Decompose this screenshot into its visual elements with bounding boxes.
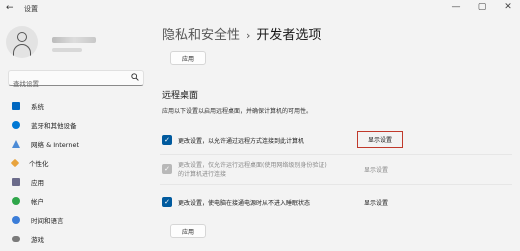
maximize-icon[interactable]: ▢ <box>476 2 488 12</box>
sidebar-item-label: 网络 & Internet <box>31 140 80 149</box>
network-icon <box>12 139 20 148</box>
system-icon <box>12 101 20 110</box>
window-controls: — ▢ ✕ <box>450 2 514 12</box>
sidebar-item-gaming[interactable]: 游戏 <box>6 229 148 248</box>
sidebar-item-label: 帐户 <box>31 197 44 206</box>
sidebar-item-label: 应用 <box>31 178 44 187</box>
nla-label: 更改设置，仅允许运行远程桌面(使用网络级别身份验证) 的计算机进行连接 <box>178 161 327 179</box>
person-head-shape <box>17 32 27 42</box>
nla-show-settings-link[interactable]: 显示设置 <box>364 165 388 174</box>
user-name-blurred <box>52 37 96 43</box>
previous-section-card: 应用 <box>152 44 520 70</box>
sidebar-item-personalization[interactable]: 个性化 <box>6 153 148 172</box>
breadcrumb-parent[interactable]: 隐私和安全性 <box>162 28 240 43</box>
search-input[interactable] <box>9 77 119 91</box>
sidebar-item-bluetooth[interactable]: 蓝牙和其他设备 <box>6 115 148 134</box>
nla-row: ✓ 更改设置，仅允许运行远程桌面(使用网络级别身份验证) 的计算机进行连接 显示… <box>162 159 512 181</box>
gaming-icon <box>12 235 20 242</box>
remote-connect-label: 更改设置，以允许通过远程方式连接到此计算机 <box>178 138 305 145</box>
sidebar-item-label: 蓝牙和其他设备 <box>31 121 77 130</box>
divider <box>160 184 512 185</box>
close-icon[interactable]: ✕ <box>502 2 514 12</box>
person-shoulder-shape <box>13 44 31 56</box>
user-email-blurred <box>52 48 82 52</box>
sidebar-item-apps[interactable]: 应用 <box>6 172 148 191</box>
title-bar: ← 设置 — ▢ ✕ <box>0 0 520 18</box>
app-title: 设置 <box>24 5 38 13</box>
search-icon[interactable] <box>131 73 139 83</box>
apply-button-top[interactable]: 应用 <box>170 51 206 65</box>
user-profile[interactable] <box>6 26 96 58</box>
breadcrumb-separator-icon: › <box>246 29 251 42</box>
sleep-row: ✓ 更改设置，使电脑在接通电源时从不进入睡眠状态 显示设置 <box>162 192 512 214</box>
search-box[interactable] <box>8 70 144 91</box>
sidebar-item-label: 游戏 <box>31 235 44 244</box>
sidebar-item-accounts[interactable]: 帐户 <box>6 191 148 210</box>
remote-connect-row: ✓ 更改设置，以允许通过远程方式连接到此计算机 显示设置 <box>162 130 512 152</box>
time-language-icon <box>12 215 20 224</box>
remote-desktop-description: 应用以下设置以启用远程桌面，并确保计算机的可用性。 <box>162 108 313 115</box>
page-title: 开发者选项 <box>256 28 322 43</box>
avatar <box>6 26 38 58</box>
sidebar: 系统 蓝牙和其他设备 网络 & Internet 个性化 应用 帐户 时间和语言 <box>0 18 152 251</box>
main-content: 隐私和安全性 › 开发者选项 应用 远程桌面 应用以下设置以启用远程桌面，并确保计算… <box>152 18 520 251</box>
back-arrow-icon[interactable]: ← <box>6 3 14 13</box>
remote-desktop-title: 远程桌面 <box>162 91 199 101</box>
sidebar-item-label: 系统 <box>31 102 44 111</box>
nla-label-line2: 的计算机进行连接 <box>178 171 227 178</box>
sidebar-item-label: 个性化 <box>29 159 49 168</box>
minimize-icon[interactable]: — <box>450 2 462 12</box>
sleep-label: 更改设置，使电脑在接通电源时从不进入睡眠状态 <box>178 200 311 207</box>
apps-icon <box>12 177 20 186</box>
sidebar-item-time-language[interactable]: 时间和语言 <box>6 210 148 229</box>
sidebar-item-network[interactable]: 网络 & Internet <box>6 134 148 153</box>
personalization-icon <box>10 158 20 167</box>
divider <box>160 154 512 155</box>
sleep-show-settings-link[interactable]: 显示设置 <box>364 198 388 207</box>
nla-checkbox[interactable]: ✓ <box>162 164 172 174</box>
sleep-checkbox[interactable]: ✓ <box>162 197 172 207</box>
account-icon <box>12 196 20 205</box>
sidebar-item-system[interactable]: 系统 <box>6 96 148 115</box>
apply-button[interactable]: 应用 <box>170 224 206 238</box>
sidebar-item-label: 时间和语言 <box>31 216 64 225</box>
remote-connect-show-settings-link[interactable]: 显示设置 <box>357 131 403 148</box>
sidebar-nav: 系统 蓝牙和其他设备 网络 & Internet 个性化 应用 帐户 时间和语言 <box>6 96 148 248</box>
bluetooth-icon <box>12 120 20 129</box>
nla-label-line1: 更改设置，仅允许运行远程桌面(使用网络级别身份验证) <box>178 162 327 169</box>
breadcrumb: 隐私和安全性 › 开发者选项 <box>162 24 321 43</box>
remote-connect-checkbox[interactable]: ✓ <box>162 135 172 145</box>
